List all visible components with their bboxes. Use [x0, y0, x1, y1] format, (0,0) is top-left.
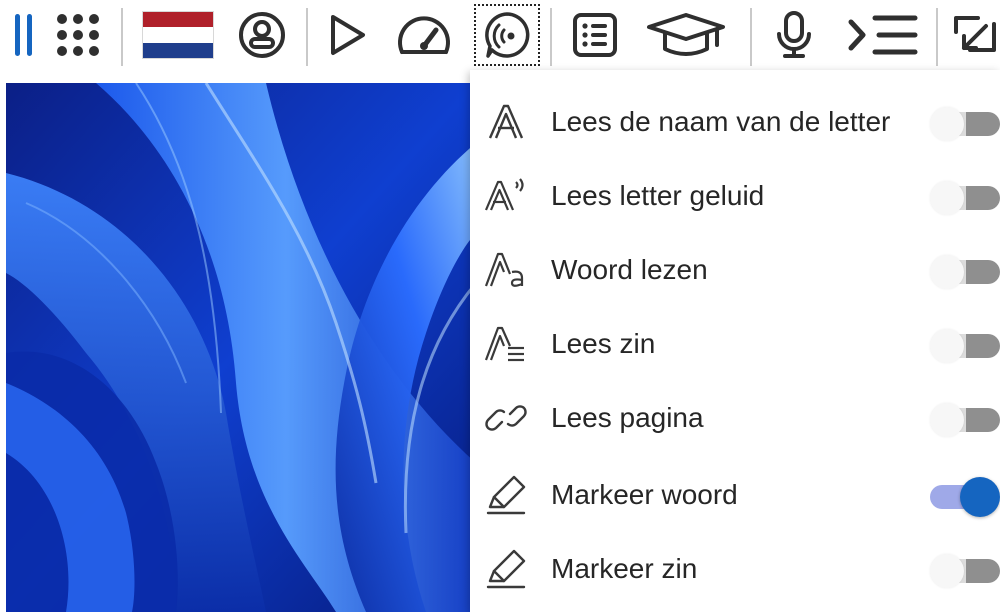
menu-item-letter-sound[interactable]: Lees letter geluid: [470, 161, 1000, 231]
indent-button[interactable]: [842, 6, 922, 64]
menu-item-label: Markeer woord: [551, 479, 738, 510]
menu-item-label: Lees pagina: [551, 402, 704, 433]
toolbar-separator: [936, 8, 938, 66]
letter-a-icon: [484, 102, 528, 142]
screen-capture-icon: [950, 10, 1000, 60]
menu-item-label: Lees zin: [551, 328, 656, 359]
speech-settings-button[interactable]: [474, 4, 540, 66]
play-button[interactable]: [322, 6, 372, 64]
toggle-letter-name[interactable]: [930, 107, 1000, 141]
apps-grid-icon: [54, 11, 102, 59]
toggle-read-word[interactable]: [930, 255, 1000, 289]
dutch-flag-icon: [142, 11, 214, 59]
word-read-icon: [484, 250, 528, 290]
toolbar-separator: [550, 8, 552, 66]
link-icon: [484, 398, 528, 438]
toggle-highlight-sentence[interactable]: [930, 554, 1000, 588]
toolbar-separator: [306, 8, 308, 66]
learning-button[interactable]: [640, 6, 732, 64]
checklist-icon: [570, 10, 620, 60]
toggle-read-sentence[interactable]: [930, 329, 1000, 363]
speech-settings-icon: [482, 10, 532, 60]
menu-item-label: Woord lezen: [551, 254, 708, 285]
profile-button[interactable]: [232, 6, 292, 64]
desktop-wallpaper: [6, 83, 476, 612]
menu-item-label: Lees de naam van de letter: [551, 106, 891, 137]
apps-menu-button[interactable]: [50, 6, 106, 64]
highlighter-icon: [484, 549, 528, 589]
user-profile-icon: [237, 10, 287, 60]
toggle-highlight-word[interactable]: [930, 477, 1000, 517]
indent-list-icon: [845, 12, 919, 58]
checklist-button[interactable]: [566, 6, 624, 64]
pause-button[interactable]: [6, 6, 42, 64]
menu-item-read-page[interactable]: Lees pagina: [470, 383, 1000, 453]
toolbar: [0, 0, 1000, 72]
play-icon: [325, 12, 369, 58]
speed-button[interactable]: [392, 6, 456, 64]
menu-item-read-word[interactable]: Woord lezen: [470, 235, 1000, 305]
highlighter-icon: [484, 475, 528, 515]
sentence-read-icon: [484, 324, 528, 364]
menu-item-label: Lees letter geluid: [551, 180, 765, 211]
pause-icon: [12, 12, 36, 58]
menu-item-label: Markeer zin: [551, 553, 698, 584]
screen-capture-button[interactable]: [950, 6, 1000, 64]
toolbar-separator: [121, 8, 123, 66]
microphone-icon: [774, 10, 814, 60]
speed-gauge-icon: [394, 12, 454, 58]
menu-item-letter-name[interactable]: Lees de naam van de letter: [470, 87, 1000, 157]
graduation-cap-icon: [643, 11, 729, 59]
toggle-read-page[interactable]: [930, 403, 1000, 437]
menu-item-highlight-word[interactable]: Markeer woord: [470, 460, 1000, 530]
menu-item-read-sentence[interactable]: Lees zin: [470, 309, 1000, 379]
microphone-button[interactable]: [768, 6, 820, 64]
letter-sound-icon: [484, 176, 528, 216]
speech-options-menu: Lees de naam van de letter Lees letter g…: [470, 70, 1000, 612]
toolbar-separator: [750, 8, 752, 66]
menu-item-highlight-sentence[interactable]: Markeer zin: [470, 534, 1000, 604]
language-button[interactable]: [140, 6, 216, 64]
toggle-letter-sound[interactable]: [930, 181, 1000, 215]
